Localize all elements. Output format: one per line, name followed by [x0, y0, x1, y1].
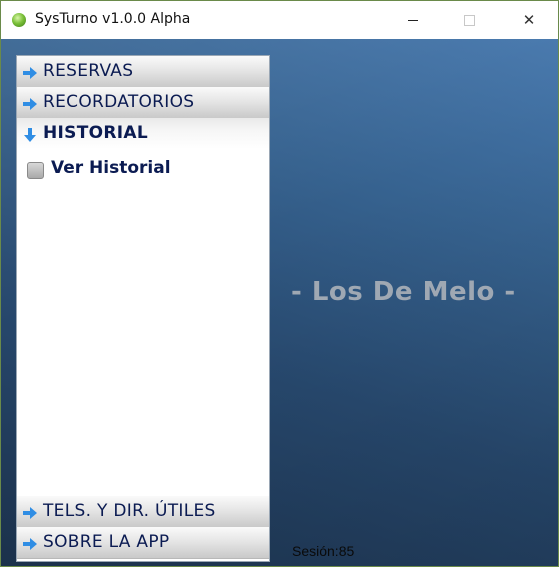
arrow-right-icon	[23, 98, 37, 110]
maximize-icon	[463, 14, 475, 26]
brand-title: - Los De Melo -	[291, 277, 516, 307]
sub-item-ver-historial[interactable]: Ver Historial	[25, 156, 255, 182]
nav-label-recordatorios: RECORDATORIOS	[43, 92, 195, 112]
app-orb-icon	[12, 13, 26, 27]
sub-item-label: Ver Historial	[51, 158, 171, 178]
nav-item-tels-dir[interactable]: TELS. Y DIR. ÚTILES	[17, 496, 269, 528]
minimize-icon	[408, 19, 418, 21]
arrow-right-icon	[23, 67, 37, 79]
window-title: SysTurno v1.0.0 Alpha	[35, 11, 191, 27]
close-button[interactable]: ✕	[506, 1, 552, 39]
nav-label-sobre-la-app: SOBRE LA APP	[43, 532, 170, 552]
app-window: SysTurno v1.0.0 Alpha ✕ RESERVAS RECORDA…	[0, 0, 559, 567]
nav-item-sobre-la-app[interactable]: SOBRE LA APP	[17, 527, 269, 559]
navigation-panel: RESERVAS RECORDATORIOS HISTORIAL Ver His…	[16, 55, 270, 562]
minimize-button[interactable]	[390, 1, 436, 39]
close-icon: ✕	[522, 11, 536, 29]
arrow-down-icon	[24, 128, 36, 142]
maximize-button[interactable]	[446, 1, 492, 39]
checkbox-icon[interactable]	[27, 162, 44, 179]
nav-label-tels-dir: TELS. Y DIR. ÚTILES	[43, 501, 216, 521]
nav-item-historial[interactable]: HISTORIAL	[17, 118, 269, 149]
arrow-right-icon	[23, 538, 37, 550]
session-label: Sesión:85	[292, 543, 355, 559]
nav-item-recordatorios[interactable]: RECORDATORIOS	[17, 87, 269, 119]
nav-label-reservas: RESERVAS	[43, 61, 134, 81]
title-bar[interactable]: SysTurno v1.0.0 Alpha ✕	[1, 1, 558, 39]
nav-label-historial: HISTORIAL	[43, 123, 148, 143]
arrow-right-icon	[23, 507, 37, 519]
nav-item-reservas[interactable]: RESERVAS	[17, 56, 269, 88]
client-area: RESERVAS RECORDATORIOS HISTORIAL Ver His…	[1, 39, 558, 566]
